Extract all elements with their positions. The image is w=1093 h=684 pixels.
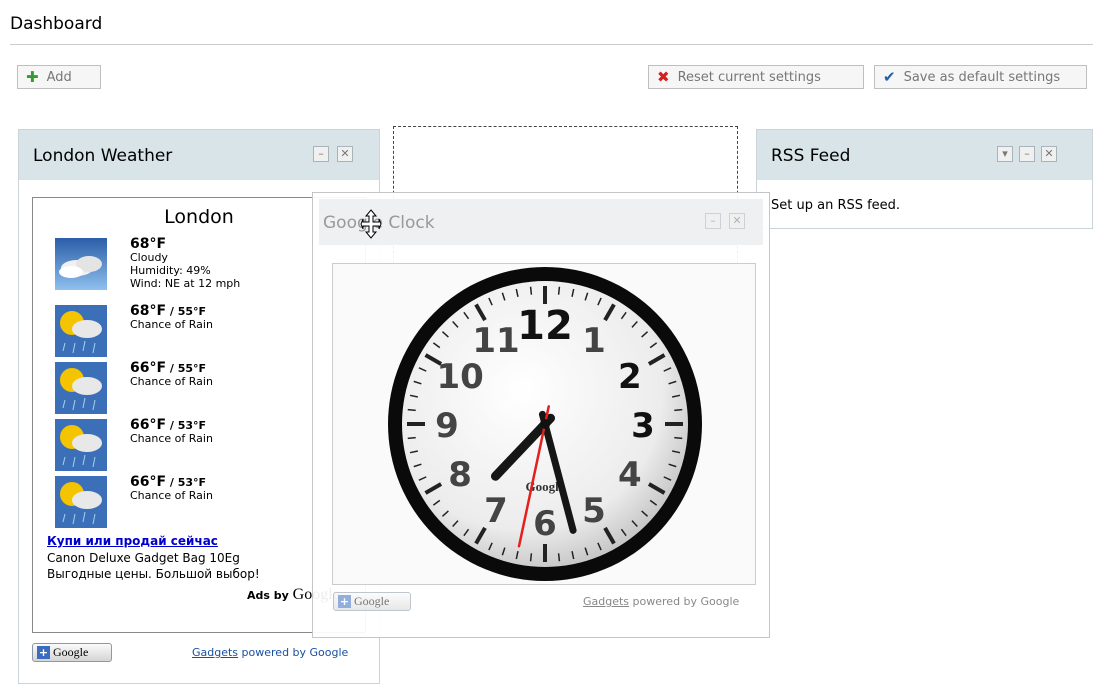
clock-numeral: 7 bbox=[484, 491, 508, 531]
clock-tick bbox=[407, 436, 416, 440]
clock-numeral: 1 bbox=[582, 321, 606, 361]
plus-icon: + bbox=[37, 646, 50, 659]
reset-button-label: Reset current settings bbox=[677, 69, 821, 85]
ad-link[interactable]: Купи или продай сейчас bbox=[47, 534, 218, 548]
clock-numeral: 10 bbox=[436, 357, 483, 397]
clock-numeral: 9 bbox=[435, 406, 459, 446]
clock-numeral: 5 bbox=[582, 491, 606, 531]
analog-clock: 12 1234567891011 Google bbox=[388, 267, 702, 581]
rain-sun-icon bbox=[55, 419, 107, 471]
powered-by-label: powered by Google bbox=[629, 595, 740, 608]
clock-numeral: 8 bbox=[448, 455, 472, 495]
rain-sun-icon bbox=[55, 305, 107, 357]
clock-tick bbox=[407, 408, 416, 412]
clock-tick bbox=[529, 553, 533, 562]
x-icon: ✖ bbox=[657, 68, 670, 86]
clock-numeral: 2 bbox=[618, 357, 642, 397]
current-condition: Cloudy bbox=[130, 251, 168, 264]
forecast-high: 66°F bbox=[130, 417, 167, 433]
rss-gadget: RSS Feed ▾ – ✕ Set up an RSS feed. bbox=[756, 129, 1093, 229]
forecast-low: / 53°F bbox=[166, 419, 207, 432]
clock-numeral: 6 bbox=[533, 504, 557, 544]
forecast-condition: Chance of Rain bbox=[130, 432, 213, 445]
clock-tick bbox=[674, 408, 683, 412]
cloudy-icon bbox=[55, 238, 107, 290]
forecast-row: 66°F / 53°F Chance of Rain bbox=[55, 417, 345, 471]
save-default-button[interactable]: ✔ Save as default settings bbox=[874, 65, 1087, 89]
clock-tick bbox=[529, 286, 533, 295]
rss-setup-text: Set up an RSS feed. bbox=[771, 198, 901, 213]
clock-content-frame: 12 1 2 3 4 5 6 7 8 9 10 11 Google bbox=[332, 263, 756, 585]
forecast-low: / 55°F bbox=[166, 362, 207, 375]
forecast-condition: Chance of Rain bbox=[130, 318, 213, 331]
clock-tick bbox=[674, 436, 683, 440]
minimize-icon[interactable]: – bbox=[705, 213, 721, 229]
forecast-high: 66°F bbox=[130, 360, 167, 376]
clock-tick bbox=[557, 286, 561, 295]
save-button-label: Save as default settings bbox=[903, 69, 1061, 85]
rain-sun-icon bbox=[55, 476, 107, 528]
forecast-row: 66°F / 55°F Chance of Rain bbox=[55, 360, 345, 414]
close-icon[interactable]: ✕ bbox=[1041, 146, 1057, 162]
add-button[interactable]: ✚ Add bbox=[17, 65, 101, 89]
rss-gadget-header[interactable]: RSS Feed ▾ – ✕ bbox=[757, 130, 1092, 180]
minimize-icon[interactable]: – bbox=[1019, 146, 1035, 162]
clock-numeral: 11 bbox=[472, 321, 519, 361]
header-divider bbox=[10, 44, 1093, 45]
clock-tick bbox=[557, 553, 561, 562]
current-temperature: 68°F bbox=[130, 236, 167, 252]
rss-gadget-title: RSS Feed bbox=[771, 146, 851, 166]
rain-sun-icon bbox=[55, 362, 107, 414]
forecast-high: 68°F bbox=[130, 303, 167, 319]
current-wind: Wind: NE at 12 mph bbox=[130, 277, 241, 290]
powered-by-google: Gadgets powered by Google bbox=[583, 595, 739, 608]
clock-center bbox=[540, 419, 550, 429]
checkmark-icon: ✔ bbox=[883, 68, 896, 86]
forecast-condition: Chance of Rain bbox=[130, 375, 213, 388]
gadgets-link[interactable]: Gadgets bbox=[583, 595, 629, 608]
plus-icon: ✚ bbox=[26, 68, 39, 86]
ads-by-label: Ads by bbox=[247, 589, 293, 602]
add-to-google-label: Google bbox=[53, 645, 89, 659]
ad-text: Выгодные цены. Большой выбор! bbox=[47, 567, 260, 581]
weather-gadget-title: London Weather bbox=[33, 146, 173, 166]
forecast-high: 66°F bbox=[130, 474, 167, 490]
gadgets-link[interactable]: Gadgets bbox=[192, 646, 238, 659]
forecast-low: / 55°F bbox=[166, 305, 207, 318]
add-to-google-label: Google bbox=[354, 594, 390, 608]
weather-gadget-header[interactable]: London Weather – ✕ bbox=[19, 130, 379, 180]
ad-text: Canon Deluxe Gadget Bag 10Eg bbox=[47, 551, 240, 565]
forecast-row: 68°F / 55°F Chance of Rain bbox=[55, 303, 345, 357]
forecast-row: 66°F / 53°F Chance of Rain bbox=[55, 474, 345, 528]
move-cursor-icon bbox=[360, 209, 382, 239]
close-icon[interactable]: ✕ bbox=[337, 146, 353, 162]
add-to-google-button[interactable]: + Google bbox=[32, 643, 112, 662]
forecast-condition: Chance of Rain bbox=[130, 489, 213, 502]
clock-gadget-dragging[interactable]: Google Clock – ✕ 12 1 2 3 4 5 6 7 8 9 10 11 Google … bbox=[312, 192, 770, 638]
current-weather: 68°F Cloudy Humidity: 49% Wind: NE at 12… bbox=[55, 236, 345, 290]
add-button-label: Add bbox=[46, 69, 72, 85]
add-to-google-button[interactable]: + Google bbox=[333, 592, 411, 611]
current-humidity: Humidity: 49% bbox=[130, 264, 211, 277]
minimize-icon[interactable]: – bbox=[313, 146, 329, 162]
close-icon[interactable]: ✕ bbox=[729, 213, 745, 229]
chevron-down-icon[interactable]: ▾ bbox=[997, 146, 1013, 162]
clock-numeral: 12 bbox=[517, 303, 573, 349]
page-title: Dashboard bbox=[10, 14, 103, 34]
clock-gadget-header[interactable]: Google Clock – ✕ bbox=[319, 199, 763, 245]
powered-by-label: powered by Google bbox=[238, 646, 349, 659]
plus-icon: + bbox=[338, 595, 351, 608]
reset-settings-button[interactable]: ✖ Reset current settings bbox=[648, 65, 864, 89]
powered-by-google: Gadgets powered by Google bbox=[192, 646, 348, 659]
clock-numeral: 4 bbox=[618, 455, 642, 495]
forecast-low: / 53°F bbox=[166, 476, 207, 489]
clock-numeral: 3 bbox=[631, 406, 655, 446]
